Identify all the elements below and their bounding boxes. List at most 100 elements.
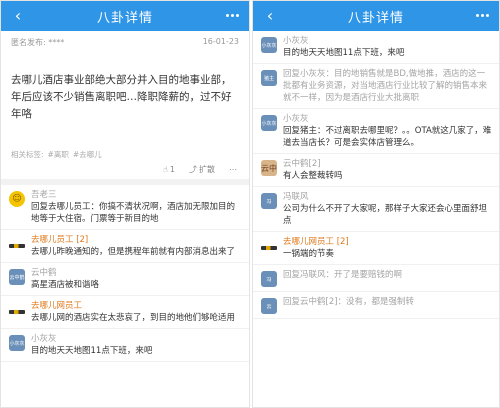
share-icon: ⤴ bbox=[189, 165, 197, 174]
share-button[interactable]: ⤴ 扩散 bbox=[189, 164, 215, 175]
post-actions: ☝ 1 ⤴ 扩散 ⋯ bbox=[11, 164, 239, 175]
tag[interactable]: #去哪儿 bbox=[73, 149, 102, 160]
avatar[interactable]: ☺ bbox=[9, 191, 25, 207]
comment-content: 回复小灰灰：目的地销售就是BD,做地推，酒店的这一批都有业务资源，对当地酒店行业… bbox=[283, 68, 493, 104]
comment-content: 小灰灰 目的地天天地图11点下班，来吧 bbox=[283, 35, 493, 59]
comment-item[interactable]: 去哪儿网员工 [2] 一锅端的节奏 bbox=[253, 232, 499, 265]
avatar-column: 猪主 bbox=[261, 68, 283, 104]
more-action-button[interactable]: ⋯ bbox=[229, 164, 237, 175]
comment-item[interactable]: 小灰灰 小灰灰 目的地天天地图11点下班，来吧 bbox=[253, 31, 499, 64]
comment-list: ☺ 吾老三 回复去哪儿员工：你搞不清状况啊，酒店加无限加目的地等于大住宿。门票等于新… bbox=[1, 185, 249, 362]
avatar[interactable]: 云 bbox=[261, 298, 277, 314]
avatar[interactable]: 小灰灰 bbox=[261, 37, 277, 53]
comment-text: 一锅端的节奏 bbox=[283, 249, 335, 259]
comment-text: 去哪儿昨晚通知的，但是携程年前就有内部消息出来了 bbox=[31, 247, 236, 257]
comment-item[interactable]: 小灰灰 小灰灰 回复猪主：不过离职去哪里呢？。。OTA就这几家了，难道去当店长？可是… bbox=[253, 109, 499, 154]
post-date: 16-01-23 bbox=[202, 37, 239, 46]
avatar-column: 小灰灰 bbox=[261, 113, 283, 149]
comment-content: 去哪儿网员工 去哪儿网的酒店实在太悲哀了，到目的地他们够呛适用 bbox=[31, 300, 243, 324]
comment-content: 去哪儿网员工 [2] 一锅端的节奏 bbox=[283, 236, 493, 260]
avatar-column: ☺ bbox=[9, 189, 31, 225]
comment-item[interactable]: 去哪儿网员工 去哪儿网的酒店实在太悲哀了，到目的地他们够呛适用 bbox=[1, 296, 249, 329]
comment-content: 云中鹤[2] 有人会整裁转吗 bbox=[283, 158, 493, 182]
comment-list: 小灰灰 小灰灰 目的地天天地图11点下班，来吧 猪主 回复小灰灰：目的地销售就是BD,做… bbox=[253, 31, 499, 319]
post-tags: 相关标签: #离职 #去哪儿 bbox=[11, 149, 239, 160]
comment-author[interactable]: 去哪儿网员工 [2] bbox=[283, 236, 493, 248]
avatar[interactable]: 猪主 bbox=[261, 70, 277, 86]
post-author: 匿名发布: **** bbox=[11, 38, 65, 47]
comment-item[interactable]: 云中鹤 云中鹤 高星酒店被和谐咯 bbox=[1, 263, 249, 296]
comment-author[interactable]: 小灰灰 bbox=[283, 35, 493, 47]
comment-item[interactable]: ☺ 吾老三 回复去哪儿员工：你搞不清状况啊，酒店加无限加目的地等于大住宿。门票等于新… bbox=[1, 185, 249, 230]
comment-item[interactable]: 去哪儿员工 [2] 去哪儿昨晚通知的，但是携程年前就有内部消息出来了 bbox=[1, 230, 249, 263]
avatar[interactable]: 小灰灰 bbox=[9, 335, 25, 351]
comment-author[interactable]: 去哪儿员工 [2] bbox=[31, 234, 243, 246]
comment-content: 冯联风 公司为什么不开了大家呢，那样子大家还会心里面舒坦点 bbox=[283, 191, 493, 227]
avatar-column: 云中鹤 bbox=[9, 267, 31, 291]
comment-text: 回复猪主：不过离职去哪里呢？。。OTA就这几家了，难道去当店长？可是会实体店管理… bbox=[283, 126, 492, 148]
tag[interactable]: #离职 bbox=[48, 149, 69, 160]
comment-author[interactable]: 小灰灰 bbox=[31, 333, 243, 345]
comment-author[interactable]: 回复小灰灰：目的地销售就是BD,做地推，酒店的这一批都有业务资源，对当地酒店行业… bbox=[283, 68, 493, 104]
nav-bar: ‹ 八卦详情 bbox=[1, 1, 249, 31]
avatar[interactable]: 云中 bbox=[261, 160, 277, 176]
more-icon[interactable] bbox=[476, 14, 489, 17]
comment-item[interactable]: 冯回复冯联风：开了是要赔钱的啊 bbox=[253, 265, 499, 292]
avatar[interactable] bbox=[9, 307, 25, 317]
like-button[interactable]: ☝ 1 bbox=[163, 164, 175, 175]
comment-author[interactable]: 小灰灰 bbox=[283, 113, 493, 125]
avatar-column bbox=[9, 234, 31, 258]
comment-content: 回复冯联风：开了是要赔钱的啊 bbox=[283, 269, 493, 287]
more-icon[interactable] bbox=[226, 14, 239, 17]
post-card: 匿名发布: **** 16-01-23 去哪儿酒店事业部绝大部分并入目的地事业部… bbox=[1, 31, 249, 185]
comment-item[interactable]: 冯冯联风 公司为什么不开了大家呢，那样子大家还会心里面舒坦点 bbox=[253, 187, 499, 232]
back-arrow-icon[interactable]: ‹ bbox=[259, 5, 281, 27]
avatar-column: 云中 bbox=[261, 158, 283, 182]
avatar[interactable] bbox=[9, 241, 25, 251]
avatar-column: 冯 bbox=[261, 191, 283, 227]
avatar[interactable]: 冯 bbox=[261, 193, 277, 209]
comment-author[interactable]: 回复冯联风：开了是要赔钱的啊 bbox=[283, 269, 493, 281]
left-screen: ‹ 八卦详情 匿名发布: **** 16-01-23 去哪儿酒店事业部绝大部分并… bbox=[0, 0, 250, 408]
avatar-column: 冯 bbox=[261, 269, 283, 287]
comment-author[interactable]: 云中鹤 bbox=[31, 267, 243, 279]
page-title: 八卦详情 bbox=[96, 10, 153, 26]
comment-text: 高星酒店被和谐咯 bbox=[31, 280, 100, 290]
post-body: 去哪儿酒店事业部绝大部分并入目的地事业部，年后应该不少销售离职吧…降职降薪的，过… bbox=[11, 74, 232, 120]
comment-item[interactable]: 小灰灰 小灰灰 目的地天天地图11点下班，来吧 bbox=[1, 329, 249, 362]
comment-item[interactable]: 云回复云中鹤[2]：没有，都是强制转 bbox=[253, 292, 499, 319]
comment-text: 公司为什么不开了大家呢，那样子大家还会心里面舒坦点 bbox=[283, 204, 488, 226]
comment-content: 小灰灰 目的地天天地图11点下班，来吧 bbox=[31, 333, 243, 357]
comment-text: 有人会整裁转吗 bbox=[283, 171, 343, 181]
tags-label: 相关标签: bbox=[11, 150, 44, 159]
page-title: 八卦详情 bbox=[347, 10, 404, 26]
back-arrow-icon[interactable]: ‹ bbox=[7, 5, 29, 27]
avatar[interactable]: 云中鹤 bbox=[9, 269, 25, 285]
comment-item[interactable]: 猪主 回复小灰灰：目的地销售就是BD,做地推，酒店的这一批都有业务资源，对当地酒店… bbox=[253, 64, 499, 109]
avatar-column: 小灰灰 bbox=[9, 333, 31, 357]
avatar-column bbox=[9, 300, 31, 324]
avatar[interactable]: 小灰灰 bbox=[261, 115, 277, 131]
right-screen: ‹ 八卦详情 小灰灰 小灰灰 目的地天天地图11点下班，来吧 猪主 回复小灰灰：目的地销… bbox=[252, 0, 500, 408]
avatar[interactable] bbox=[261, 243, 277, 253]
comment-text: 去哪儿网的酒店实在太悲哀了，到目的地他们够呛适用 bbox=[31, 313, 236, 323]
avatar[interactable]: 冯 bbox=[261, 271, 277, 287]
avatar-column: 云 bbox=[261, 296, 283, 314]
comment-text: 目的地天天地图11点下班，来吧 bbox=[283, 48, 405, 58]
comment-content: 去哪儿员工 [2] 去哪儿昨晚通知的，但是携程年前就有内部消息出来了 bbox=[31, 234, 243, 258]
thumb-up-icon: ☝ bbox=[163, 165, 168, 174]
comment-author[interactable]: 吾老三 bbox=[31, 189, 243, 201]
comment-text: 目的地天天地图11点下班，来吧 bbox=[31, 346, 153, 356]
ellipsis-icon: ⋯ bbox=[229, 165, 237, 174]
comment-author[interactable]: 冯联风 bbox=[283, 191, 493, 203]
comment-text: 回复去哪儿员工：你搞不清状况啊，酒店加无限加目的地等于大住宿。门票等于新目的地 bbox=[31, 202, 236, 224]
nav-bar: ‹ 八卦详情 bbox=[253, 1, 499, 31]
comment-author[interactable]: 去哪儿网员工 bbox=[31, 300, 243, 312]
post-meta: 匿名发布: **** 16-01-23 bbox=[11, 37, 239, 48]
comment-author[interactable]: 回复云中鹤[2]：没有，都是强制转 bbox=[283, 296, 493, 308]
comment-content: 吾老三 回复去哪儿员工：你搞不清状况啊，酒店加无限加目的地等于大住宿。门票等于新目… bbox=[31, 189, 243, 225]
comment-author[interactable]: 云中鹤[2] bbox=[283, 158, 493, 170]
comment-item[interactable]: 云中 云中鹤[2] 有人会整裁转吗 bbox=[253, 154, 499, 187]
avatar-column: 小灰灰 bbox=[261, 35, 283, 59]
avatar-column bbox=[261, 236, 283, 260]
